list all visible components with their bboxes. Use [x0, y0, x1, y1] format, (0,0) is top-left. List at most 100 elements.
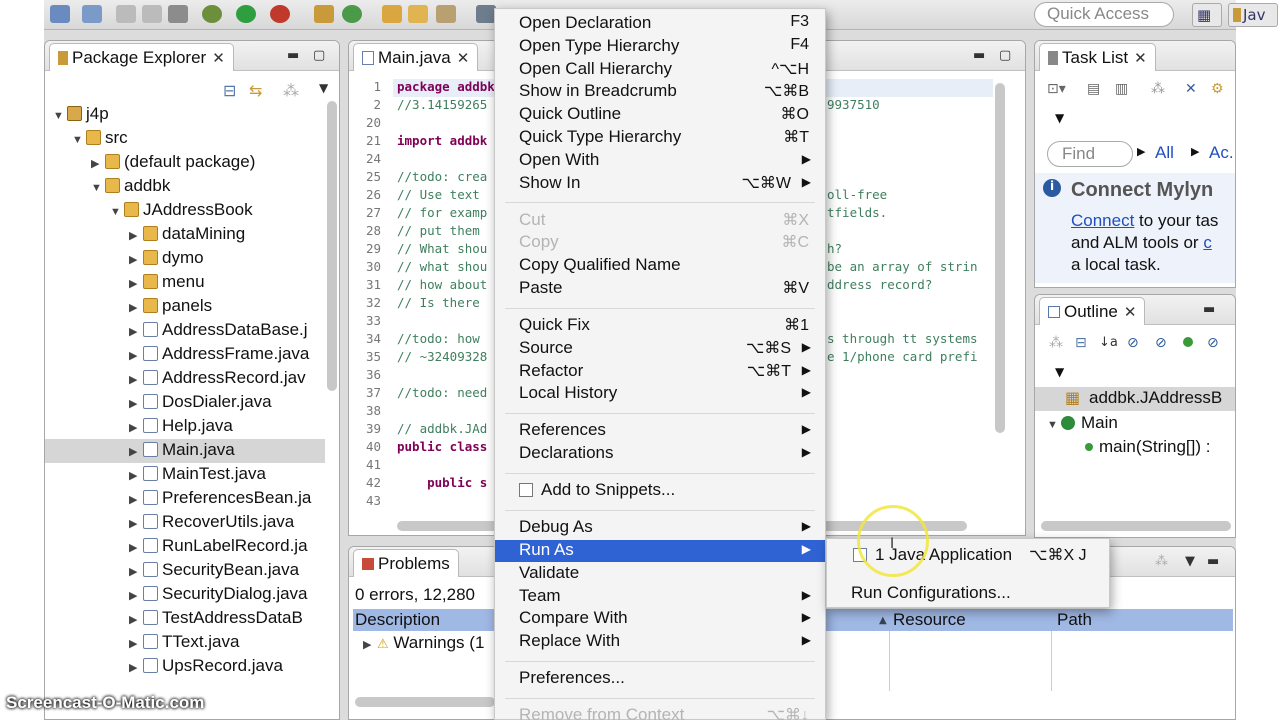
- column-path[interactable]: Path: [1057, 610, 1092, 630]
- expand-icon[interactable]: ▶: [129, 397, 143, 410]
- menu-item-team[interactable]: Team ▶: [495, 586, 825, 608]
- outline-item-method[interactable]: main(String[]) :: [1085, 437, 1210, 457]
- tree-item[interactable]: ▶ panels: [129, 296, 212, 320]
- all-link[interactable]: All: [1155, 143, 1174, 163]
- expand-icon[interactable]: ▶: [129, 325, 143, 338]
- sort-icon[interactable]: ↓a: [1099, 335, 1118, 350]
- new-class-icon[interactable]: [342, 5, 362, 23]
- expand-icon[interactable]: ▶: [129, 637, 143, 650]
- tree-item[interactable]: ▶ SecurityBean.java: [129, 560, 299, 584]
- collapse-icon[interactable]: ▼: [53, 110, 67, 122]
- menu-item-source[interactable]: Source ⌥⌘S ▶: [495, 338, 825, 360]
- menu-item-quick-outline[interactable]: Quick Outline ⌘O: [495, 104, 825, 126]
- expand-icon[interactable]: ▶: [129, 565, 143, 578]
- expand-icon[interactable]: ▶: [129, 421, 143, 434]
- expand-icon[interactable]: ▶: [129, 349, 143, 362]
- expand-icon[interactable]: ▶: [129, 541, 143, 554]
- minimize-icon[interactable]: ▬: [287, 48, 299, 63]
- tree-item[interactable]: ▶ TText.java: [129, 632, 239, 656]
- menu-item-show-in-breadcrumb[interactable]: Show in Breadcrumb ⌥⌘B: [495, 81, 825, 103]
- new-package-icon[interactable]: [82, 5, 102, 23]
- menu-item-show-in[interactable]: Show In ⌥⌘W ▶: [495, 173, 825, 195]
- hide-fields-icon[interactable]: ⊘: [1127, 335, 1139, 351]
- tree-item[interactable]: ▶ Main.java: [129, 440, 235, 464]
- tree-item[interactable]: ▶ RunLabelRecord.ja: [129, 536, 308, 560]
- problems-horizontal-scrollbar[interactable]: [355, 697, 495, 707]
- tree-item[interactable]: ▶ TestAddressDataB: [129, 608, 303, 632]
- tree-item[interactable]: ▼ JAddressBook: [110, 200, 253, 224]
- open-folder-icon[interactable]: [408, 5, 428, 23]
- outline-item-class[interactable]: ▼ Main: [1047, 413, 1118, 433]
- expand-icon[interactable]: ▶: [129, 253, 143, 266]
- expand-icon[interactable]: ▶: [129, 229, 143, 242]
- focus-icon[interactable]: ⚙: [1211, 81, 1224, 97]
- menu-item-refactor[interactable]: Refactor ⌥⌘T ▶: [495, 361, 825, 383]
- column-resource[interactable]: Resource: [893, 610, 966, 630]
- tree-item[interactable]: ▼ j4p: [53, 104, 109, 128]
- problems-row[interactable]: ▶ ⚠ Warnings (1: [363, 633, 484, 653]
- save-icon[interactable]: [116, 5, 136, 23]
- menu-item-open-with[interactable]: Open With ▶: [495, 150, 825, 172]
- menu-item-copy-qualified-name[interactable]: Copy Qualified Name: [495, 255, 825, 277]
- collapse-all-icon[interactable]: ⊟: [1075, 335, 1087, 351]
- scheduled-icon[interactable]: ▥: [1115, 81, 1128, 97]
- save-all-icon[interactable]: [142, 5, 162, 23]
- tree-item[interactable]: ▶ (default package): [91, 152, 255, 176]
- collapse-icon[interactable]: ▼: [110, 206, 124, 218]
- menu-item-open-declaration[interactable]: Open Declaration F3: [495, 13, 825, 35]
- menu-item-open-call-hierarchy[interactable]: Open Call Hierarchy ^⌥H: [495, 59, 825, 81]
- tree-item[interactable]: ▶ dataMining: [129, 224, 245, 248]
- expand-icon[interactable]: ▶: [129, 493, 143, 506]
- expand-icon[interactable]: ▶: [129, 469, 143, 482]
- tree-item[interactable]: ▶ AddressFrame.java: [129, 344, 309, 368]
- menu-item-quick-type-hierarchy[interactable]: Quick Type Hierarchy ⌘T: [495, 127, 825, 149]
- sync-icon[interactable]: ⁂: [1151, 81, 1165, 97]
- collapse-all-icon[interactable]: ⊟: [223, 81, 236, 100]
- tree-item[interactable]: ▶ AddressRecord.jav: [129, 368, 306, 392]
- tree-item[interactable]: ▼ src: [72, 128, 128, 152]
- view-menu-chevron-icon[interactable]: ▼: [1185, 554, 1195, 569]
- close-icon[interactable]: ✕: [1124, 304, 1137, 321]
- tab-outline[interactable]: Outline ✕: [1039, 297, 1146, 325]
- outline-item-package[interactable]: ▦ addbk.JAddressB: [1035, 387, 1235, 411]
- expand-icon[interactable]: ▶: [129, 589, 143, 602]
- find-input[interactable]: Find: [1047, 141, 1133, 167]
- close-icon[interactable]: ✕: [457, 50, 470, 67]
- tab-package-explorer[interactable]: Package Explorer ✕: [49, 43, 234, 71]
- expand-icon[interactable]: ▶: [363, 638, 377, 651]
- collapse-icon[interactable]: ▼: [91, 182, 105, 194]
- tree-item[interactable]: ▶ PreferencesBean.ja: [129, 488, 311, 512]
- tree-item[interactable]: ▶ dymo: [129, 248, 204, 272]
- view-menu-dots-icon[interactable]: ⁂: [1155, 554, 1168, 569]
- quick-access-field[interactable]: Quick Access: [1034, 2, 1174, 27]
- editor-vertical-scrollbar[interactable]: [995, 83, 1005, 433]
- sync-icon[interactable]: ⁂: [1049, 335, 1063, 351]
- search-icon[interactable]: [436, 5, 456, 23]
- debug-icon[interactable]: [202, 5, 222, 23]
- menu-item-references[interactable]: References ▶: [495, 420, 825, 442]
- expand-icon[interactable]: ▶: [129, 613, 143, 626]
- close-icon[interactable]: ✕: [1134, 50, 1147, 67]
- maximize-icon[interactable]: ▢: [313, 48, 325, 63]
- menu-item-quick-fix[interactable]: Quick Fix ⌘1: [495, 315, 825, 337]
- menu-item-replace-with[interactable]: Replace With ▶: [495, 631, 825, 653]
- expand-icon[interactable]: ▶: [129, 277, 143, 290]
- expand-icon[interactable]: ▶: [129, 517, 143, 530]
- expand-icon[interactable]: ▶: [129, 445, 143, 458]
- create-link[interactable]: c: [1203, 233, 1212, 252]
- menu-item-local-history[interactable]: Local History ▶: [495, 383, 825, 405]
- tab-main-java[interactable]: Main.java ✕: [353, 43, 479, 71]
- expand-icon[interactable]: ▶: [129, 301, 143, 314]
- new-java-project-icon[interactable]: [314, 5, 334, 23]
- open-type-icon[interactable]: [382, 5, 402, 23]
- menu-item-open-type-hierarchy[interactable]: Open Type Hierarchy F4: [495, 36, 825, 58]
- tree-item[interactable]: ▶ menu: [129, 272, 205, 296]
- tree-item[interactable]: ▶ Help.java: [129, 416, 233, 440]
- expand-icon[interactable]: ▶: [91, 157, 105, 170]
- close-icon[interactable]: ✕: [212, 50, 225, 67]
- tab-task-list[interactable]: Task List ✕: [1039, 43, 1156, 71]
- hide-static-icon[interactable]: ⊘: [1155, 335, 1167, 351]
- connect-link[interactable]: Connect: [1071, 211, 1134, 230]
- new-task-icon[interactable]: ⊡▾: [1047, 81, 1066, 97]
- java-perspective-button[interactable]: Jav: [1228, 3, 1278, 27]
